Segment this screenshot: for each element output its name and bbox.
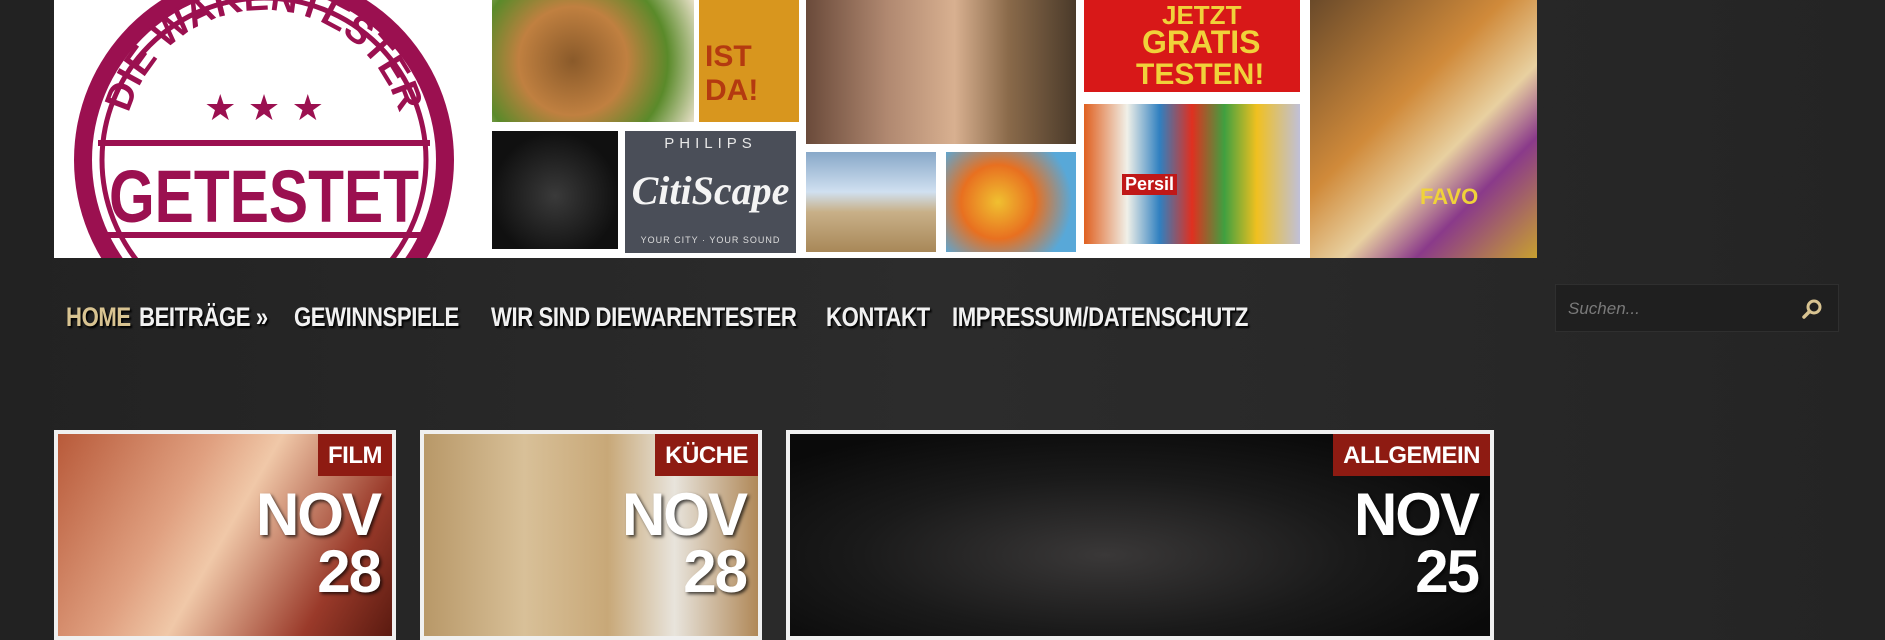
banner-philips-citiscape: PHILIPS CitiScape YOUR CITY · YOUR SOUND: [625, 131, 796, 253]
banner-text-testen: TESTEN!: [1136, 58, 1265, 91]
search-icon[interactable]: [1800, 297, 1824, 321]
post-card-allgemein[interactable]: ALLGEMEIN NOV 25: [786, 430, 1494, 640]
post-date-day: 25: [1415, 538, 1480, 605]
nav-gewinnspiele[interactable]: GEWINNSPIELE: [294, 302, 459, 333]
header-banner[interactable]: DIE WARENTESTER ★ ★ ★ GETESTET IST DA! J…: [54, 0, 1537, 258]
post-date-month: NOV: [255, 481, 382, 548]
banner-photo-ist-da: IST DA!: [699, 0, 799, 122]
banner-text-your-city: YOUR CITY · YOUR SOUND: [640, 235, 781, 245]
logo-stars: ★ ★ ★: [204, 88, 324, 129]
site-logo[interactable]: DIE WARENTESTER ★ ★ ★ GETESTET: [54, 0, 474, 258]
logo-main-text: GETESTET: [109, 155, 419, 238]
post-category-badge[interactable]: KÜCHE: [655, 434, 758, 476]
post-date: NOV 28: [255, 481, 382, 605]
banner-gratis-testen: JETZT GRATIS TESTEN!: [1084, 0, 1300, 92]
banner-text-gratis: GRATIS: [1142, 24, 1261, 60]
post-date-month: NOV: [621, 481, 748, 548]
search-input[interactable]: [1566, 293, 1780, 325]
banner-photo-couple: [806, 0, 1076, 144]
post-date: NOV 25: [1353, 481, 1480, 605]
banner-text-citiscape: CitiScape: [631, 168, 790, 213]
post-category-badge[interactable]: FILM: [318, 434, 392, 476]
nav-kontakt[interactable]: KONTAKT: [826, 302, 930, 333]
banner-text-favo: FAVO: [1420, 184, 1479, 209]
banner-text-ist-da: IST DA!: [705, 40, 759, 107]
banner-photo-dog: [492, 131, 618, 249]
post-date: NOV 28: [621, 481, 748, 605]
banner-photo-food: [492, 0, 694, 122]
post-date-month: NOV: [1353, 481, 1480, 548]
post-date-day: 28: [317, 538, 382, 605]
banner-photo-products-jars: FAVO: [1310, 0, 1537, 258]
nav-home[interactable]: HOME: [66, 302, 131, 333]
post-category-badge[interactable]: ALLGEMEIN: [1333, 434, 1490, 476]
banner-text-persil: Persil: [1122, 174, 1178, 195]
search-box: [1555, 284, 1839, 332]
nav-wir-sind-diewarentester[interactable]: WIR SIND DIEWARENTESTER: [491, 302, 797, 333]
post-card-film[interactable]: FILM NOV 28: [54, 430, 396, 640]
post-card-kueche[interactable]: KÜCHE NOV 28: [420, 430, 762, 640]
post-date-day: 28: [683, 538, 748, 605]
main-navigation: HOME BEITRÄGE » GEWINNSPIELE WIR SIND DI…: [66, 302, 1337, 333]
nav-impressum-datenschutz[interactable]: IMPRESSUM/DATENSCHUTZ: [952, 302, 1248, 333]
banner-photo-beach-chair: [806, 152, 936, 252]
nav-beitraege[interactable]: BEITRÄGE »: [139, 302, 268, 333]
banner-photo-cocktail: [946, 152, 1076, 252]
banner-photo-cleaning-products: Persil: [1084, 104, 1300, 244]
banner-text-philips: PHILIPS: [664, 135, 757, 152]
